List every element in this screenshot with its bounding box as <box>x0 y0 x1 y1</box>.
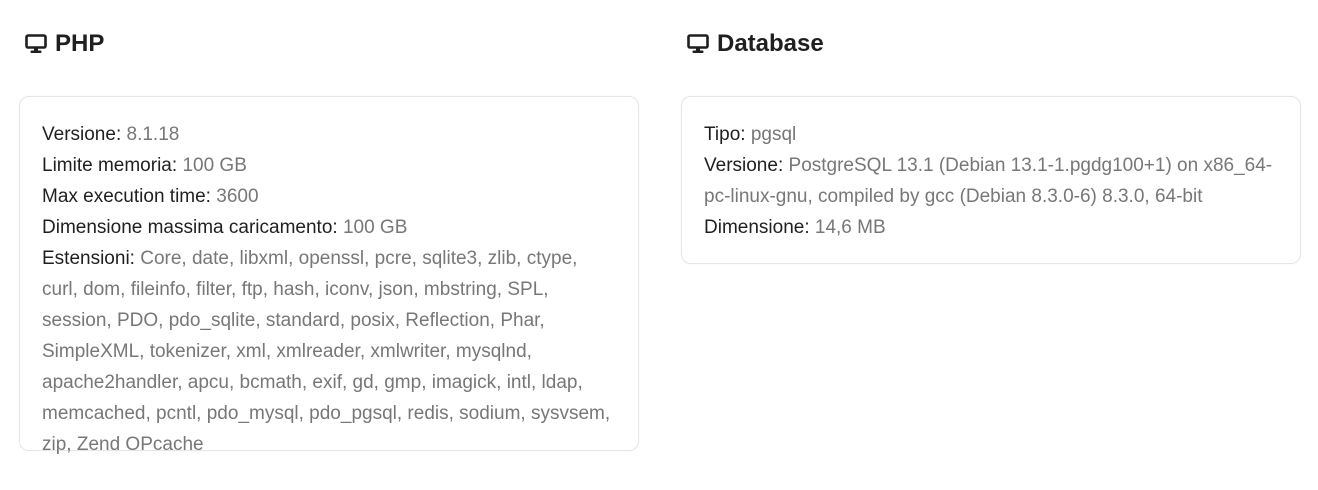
db-version-label: Versione: <box>704 155 784 176</box>
php-memory-value: 100 GB <box>182 155 247 176</box>
php-upload-label: Dimensione massima caricamento: <box>42 217 338 238</box>
db-version-value: PostgreSQL 13.1 (Debian 13.1-1.pgdg100+1… <box>704 155 1273 207</box>
db-size-value: 14,6 MB <box>814 217 886 238</box>
php-version-label: Versione: <box>42 124 122 145</box>
monitor-icon <box>687 34 709 54</box>
db-version-row: Versione: PostgreSQL 13.1 (Debian 13.1-1… <box>704 150 1278 212</box>
php-extensions-row: Estensioni: Core, date, libxml, openssl,… <box>42 243 616 460</box>
php-section-header: PHP <box>25 30 104 58</box>
php-exec-label: Max execution time: <box>42 186 211 207</box>
php-upload-row: Dimensione massima caricamento: 100 GB <box>42 212 616 243</box>
php-title: PHP <box>55 30 105 57</box>
monitor-icon <box>25 34 47 54</box>
database-section-header: Database <box>687 30 824 58</box>
php-exec-row: Max execution time: 3600 <box>42 181 616 212</box>
php-memory-row: Limite memoria: 100 GB <box>42 150 616 181</box>
database-info-card: Tipo: pgsql Versione: PostgreSQL 13.1 (D… <box>681 96 1301 264</box>
php-extensions-label: Estensioni: <box>42 248 135 269</box>
database-title: Database <box>717 30 824 57</box>
php-memory-label: Limite memoria: <box>42 155 178 176</box>
php-version-row: Versione: 8.1.18 <box>42 119 616 150</box>
php-info-card: Versione: 8.1.18 Limite memoria: 100 GB … <box>19 96 639 455</box>
db-type-row: Tipo: pgsql <box>704 119 1278 150</box>
php-version-value: 8.1.18 <box>126 124 180 145</box>
db-size-row: Dimensione: 14,6 MB <box>704 212 1278 243</box>
db-type-value: pgsql <box>750 124 797 145</box>
db-type-label: Tipo: <box>704 124 746 145</box>
php-exec-value: 3600 <box>216 186 259 207</box>
php-extensions-value: Core, date, libxml, openssl, pcre, sqlit… <box>42 248 611 455</box>
php-upload-value: 100 GB <box>342 217 408 238</box>
db-size-label: Dimensione: <box>704 217 810 238</box>
